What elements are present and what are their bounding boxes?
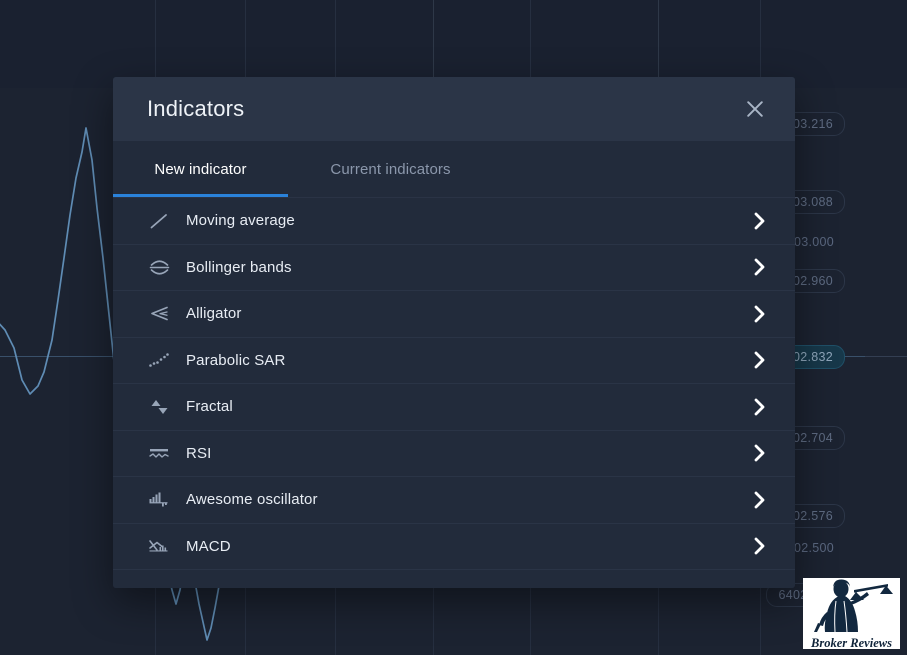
macd-icon	[146, 534, 172, 558]
lady-justice-logo	[810, 579, 894, 638]
list-item[interactable]: Awesome oscillator	[113, 477, 795, 524]
list-item-label: Fractal	[186, 398, 233, 416]
list-item-label: MACD	[186, 537, 231, 555]
trading-platform-screen: 6403.216 6403.088 6403.000 6402.960 6402…	[0, 0, 907, 655]
chevron-right-icon[interactable]	[749, 535, 769, 557]
list-item[interactable]: Moving average	[113, 198, 795, 245]
watermark-label: Broker Reviews	[811, 636, 892, 650]
rsi-icon	[146, 441, 172, 465]
list-item[interactable]: MACD	[113, 524, 795, 570]
list-item-label: Moving average	[186, 212, 295, 230]
chevron-right-icon[interactable]	[749, 396, 769, 418]
tab-current-indicators[interactable]: Current indicators	[288, 141, 493, 197]
list-item[interactable]: Fractal	[113, 384, 795, 431]
watermark: Broker Reviews	[803, 578, 900, 649]
tab-label: Current indicators	[330, 160, 451, 178]
page-title: Indicators	[147, 96, 245, 121]
chevron-right-icon[interactable]	[749, 303, 769, 325]
chevron-right-icon[interactable]	[749, 349, 769, 371]
list-item-label: Alligator	[186, 305, 242, 323]
list-item-label: Parabolic SAR	[186, 351, 286, 369]
alligator-icon	[146, 302, 172, 326]
list-item-label: Awesome oscillator	[186, 491, 318, 509]
indicators-dialog: Indicators New indicator Current indicat…	[113, 77, 795, 588]
list-item-label: RSI	[186, 444, 212, 462]
chevron-right-icon[interactable]	[749, 442, 769, 464]
chevron-right-icon[interactable]	[749, 210, 769, 232]
indicator-list: Moving average Bollinger bands Alligator…	[113, 198, 795, 588]
tab-label: New indicator	[154, 160, 247, 178]
chevron-right-icon[interactable]	[749, 489, 769, 511]
chevron-right-icon[interactable]	[749, 256, 769, 278]
dialog-tabs: New indicator Current indicators	[113, 141, 795, 198]
fractal-icon	[146, 395, 172, 419]
list-item[interactable]: RSI	[113, 431, 795, 477]
parabolic-sar-icon	[146, 348, 172, 372]
list-item[interactable]: Bollinger bands	[113, 245, 795, 291]
awesome-oscillator-icon	[146, 488, 172, 512]
list-item-label: Bollinger bands	[186, 258, 292, 276]
bollinger-bands-icon	[146, 255, 172, 279]
moving-average-icon	[146, 209, 172, 233]
tab-new-indicator[interactable]: New indicator	[113, 141, 288, 197]
close-icon[interactable]	[741, 95, 769, 123]
dialog-header: Indicators	[113, 77, 795, 141]
list-item[interactable]: Parabolic SAR	[113, 338, 795, 384]
list-item[interactable]: Alligator	[113, 291, 795, 338]
